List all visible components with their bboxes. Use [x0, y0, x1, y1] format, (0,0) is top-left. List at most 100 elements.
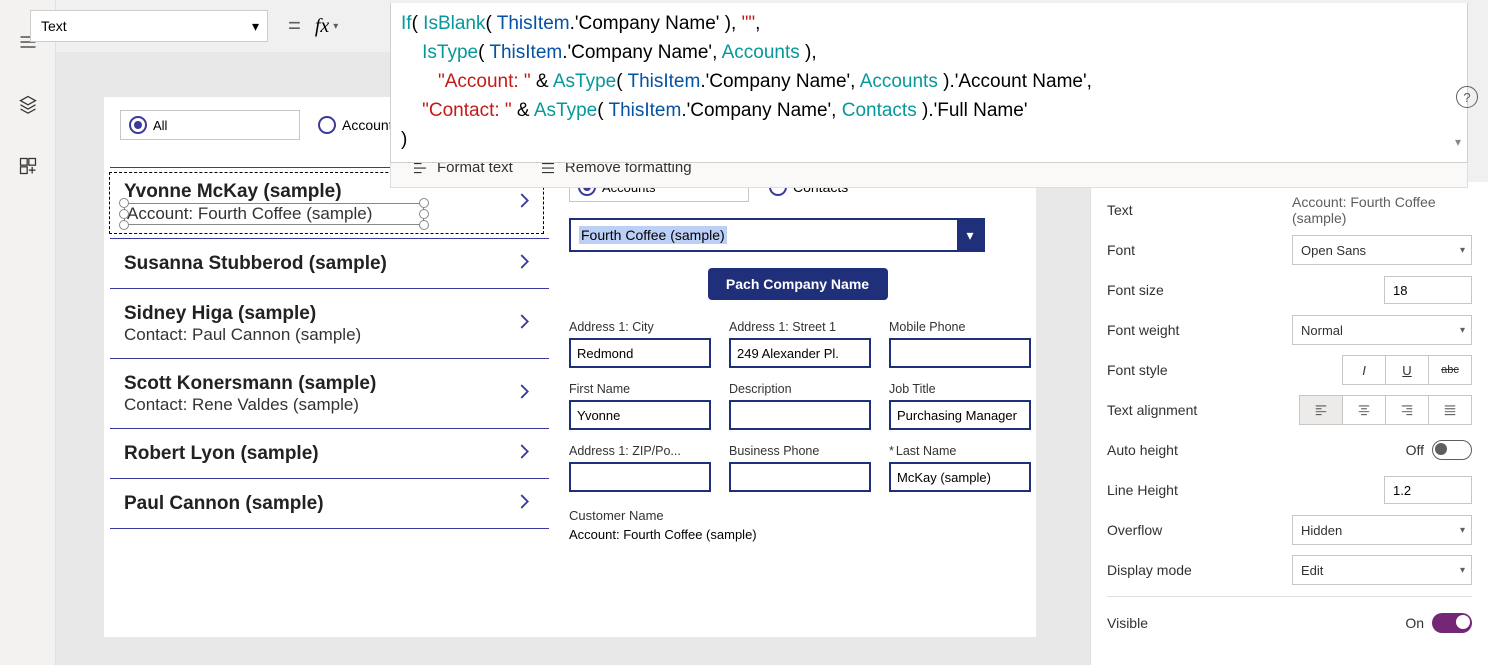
- prop-label: Line Height: [1107, 482, 1178, 498]
- properties-panel: Text Account: Fourth Coffee (sample) Fon…: [1090, 182, 1488, 665]
- prop-font: Font Open Sans ▾: [1107, 230, 1472, 270]
- prop-text: Text Account: Fourth Coffee (sample): [1107, 190, 1472, 230]
- field-label: Address 1: Street 1: [729, 320, 871, 334]
- formula-bar[interactable]: If( IsBlank( ThisItem.'Company Name' ), …: [390, 3, 1468, 163]
- chevron-right-icon[interactable]: [513, 311, 535, 338]
- field-input[interactable]: [569, 462, 711, 492]
- field-label: Description: [729, 382, 871, 396]
- overflow-select[interactable]: Hidden ▾: [1292, 515, 1472, 545]
- chevron-right-icon[interactable]: [513, 381, 535, 408]
- field-input[interactable]: [889, 338, 1031, 368]
- form-fields: Address 1: City Redmond Address 1: Street …: [569, 320, 1026, 492]
- field-input[interactable]: 249 Alexander Pl.: [729, 338, 871, 368]
- prop-label: Display mode: [1107, 562, 1192, 578]
- prop-displaymode: Display mode Edit ▾: [1107, 550, 1472, 590]
- fontsize-input[interactable]: [1384, 276, 1472, 304]
- fontweight-select[interactable]: Normal▾: [1292, 315, 1472, 345]
- toggle-label: On: [1405, 615, 1424, 631]
- layers-icon[interactable]: [8, 84, 48, 124]
- field-label: First Name: [569, 382, 711, 396]
- radio-all[interactable]: All: [120, 110, 300, 140]
- align-right-button[interactable]: [1385, 395, 1429, 425]
- form-field: Mobile Phone: [889, 320, 1031, 368]
- prop-align: Text alignment: [1107, 390, 1472, 430]
- field-input[interactable]: Yvonne: [569, 400, 711, 430]
- contacts-gallery[interactable]: Yvonne McKay (sample)Account: Fourth Cof…: [104, 167, 549, 637]
- chevron-down-icon: ▾: [1460, 245, 1465, 256]
- form-field: Address 1: ZIP/Po...: [569, 444, 711, 492]
- chevron-down-icon: ▾: [1460, 565, 1465, 576]
- property-selector[interactable]: Text ▾: [30, 10, 268, 42]
- equals-sign: =: [288, 13, 301, 39]
- item-subtitle: Contact: Paul Cannon (sample): [124, 325, 499, 345]
- chevron-right-icon[interactable]: [513, 251, 535, 278]
- prop-fontsize: Font size: [1107, 270, 1472, 310]
- prop-lineheight: Line Height: [1107, 470, 1472, 510]
- displaymode-select[interactable]: Edit ▾: [1292, 555, 1472, 585]
- form-field: First Name Yvonne: [569, 382, 711, 430]
- form-field: Address 1: Street 1 249 Alexander Pl.: [729, 320, 871, 368]
- item-title: Robert Lyon (sample): [124, 443, 499, 465]
- select-value: Hidden: [1301, 523, 1342, 538]
- autoheight-toggle[interactable]: Off: [1406, 440, 1472, 460]
- gallery-item[interactable]: Sidney Higa (sample)Contact: Paul Cannon…: [104, 289, 549, 359]
- font-select[interactable]: Open Sans ▾: [1292, 235, 1472, 265]
- item-title: Susanna Stubberod (sample): [124, 253, 499, 275]
- prop-label: Overflow: [1107, 522, 1162, 538]
- prop-label: Font: [1107, 242, 1135, 258]
- gallery-item[interactable]: Paul Cannon (sample): [104, 479, 549, 529]
- button-label: Pach Company Name: [726, 276, 869, 292]
- field-input[interactable]: [729, 462, 871, 492]
- select-value: Edit: [1301, 563, 1323, 578]
- fx-icon[interactable]: fx: [315, 15, 329, 38]
- field-input[interactable]: Redmond: [569, 338, 711, 368]
- form-field: Address 1: City Redmond: [569, 320, 711, 368]
- align-left-button[interactable]: [1299, 395, 1343, 425]
- prop-label: Text alignment: [1107, 402, 1197, 418]
- chevron-down-icon: ▾: [252, 18, 259, 35]
- form-field: Description: [729, 382, 871, 430]
- gallery-item[interactable]: Susanna Stubberod (sample): [104, 239, 549, 289]
- visible-toggle[interactable]: On: [1405, 613, 1472, 633]
- prop-value[interactable]: Account: Fourth Coffee (sample): [1292, 194, 1472, 226]
- strike-button[interactable]: abc: [1428, 355, 1472, 385]
- prop-overflow: Overflow Hidden ▾: [1107, 510, 1472, 550]
- align-justify-button[interactable]: [1428, 395, 1472, 425]
- radio-accounts[interactable]: Accounts: [318, 116, 400, 134]
- select-value: Open Sans: [1301, 243, 1366, 258]
- gallery-item[interactable]: Robert Lyon (sample): [104, 429, 549, 479]
- field-label: *Last Name: [889, 444, 1031, 458]
- item-subtitle: Contact: Rene Valdes (sample): [124, 395, 499, 415]
- field-label: Job Title: [889, 382, 1031, 396]
- chevron-down-icon: ▾: [1460, 525, 1465, 536]
- prop-autoheight: Auto height Off: [1107, 430, 1472, 470]
- field-input[interactable]: McKay (sample): [889, 462, 1031, 492]
- lineheight-input[interactable]: [1384, 476, 1472, 504]
- prop-label: Auto height: [1107, 442, 1178, 458]
- help-icon[interactable]: ?: [1456, 86, 1478, 108]
- left-rail: [0, 0, 56, 665]
- property-selector-label: Text: [41, 18, 67, 34]
- italic-button[interactable]: I: [1342, 355, 1386, 385]
- customer-name-card: Customer Name Account: Fourth Coffee (sa…: [569, 508, 1026, 542]
- chevron-down-icon[interactable]: ▾: [333, 21, 338, 32]
- chevron-right-icon[interactable]: [513, 491, 535, 518]
- item-title: Paul Cannon (sample): [124, 493, 499, 515]
- chevron-down-icon[interactable]: ▾: [1455, 128, 1461, 156]
- align-center-button[interactable]: [1342, 395, 1386, 425]
- insert-icon[interactable]: [8, 146, 48, 186]
- field-input[interactable]: [729, 400, 871, 430]
- gallery-item[interactable]: Scott Konersmann (sample)Contact: Rene V…: [104, 359, 549, 429]
- account-dropdown[interactable]: Fourth Coffee (sample) ▾: [569, 218, 985, 252]
- chevron-right-icon[interactable]: [513, 441, 535, 468]
- field-label: Address 1: ZIP/Po...: [569, 444, 711, 458]
- align-segment: [1299, 395, 1472, 425]
- field-label: Customer Name: [569, 508, 1026, 523]
- item-title: Sidney Higa (sample): [124, 303, 499, 325]
- field-label: Mobile Phone: [889, 320, 1031, 334]
- field-input[interactable]: Purchasing Manager: [889, 400, 1031, 430]
- chevron-right-icon[interactable]: [513, 190, 535, 217]
- patch-button[interactable]: Pach Company Name: [708, 268, 888, 300]
- field-label: Address 1: City: [569, 320, 711, 334]
- underline-button[interactable]: U: [1385, 355, 1429, 385]
